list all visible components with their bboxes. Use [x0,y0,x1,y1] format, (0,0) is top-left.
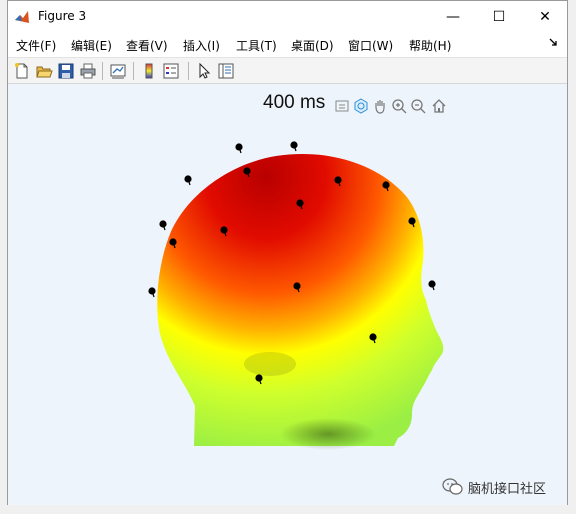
close-icon: ✕ [539,8,551,25]
close-button[interactable]: ✕ [522,1,568,32]
head-topography-plot[interactable] [8,84,569,505]
menu-insert[interactable]: 插入(I) [183,37,220,54]
pointer-icon[interactable] [195,62,213,80]
toolbar-separator [133,62,134,80]
new-figure-icon[interactable] [13,62,31,80]
menu-file[interactable]: 文件(F) [16,37,56,54]
matlab-icon [15,11,29,23]
menu-desktop[interactable]: 桌面(D) [291,37,334,54]
figure-canvas[interactable]: 400 ms [8,84,567,505]
watermark-text: 脑机接口社区 [468,481,547,497]
watermark: 脑机接口社区 [442,476,546,498]
menu-edit[interactable]: 编辑(E) [71,37,112,54]
menu-window[interactable]: 窗口(W) [348,37,393,54]
wechat-icon [442,478,463,495]
figure-window: Figure 3 — ☐ ✕ 文件(F) 编辑(E) 查看(V) 插入(I) 工… [7,0,568,505]
open-file-icon[interactable] [35,62,53,80]
title-bar: Figure 3 — ☐ ✕ [8,1,567,32]
head-shadow [280,418,376,450]
menu-help[interactable]: 帮助(H) [409,37,451,54]
toolbar-separator [188,62,189,80]
maximize-icon: ☐ [492,8,506,25]
ear-shadow [244,352,296,376]
save-icon[interactable] [57,62,75,80]
property-inspector-icon[interactable] [217,62,235,80]
head-surface [157,153,444,446]
menu-tools[interactable]: 工具(T) [236,37,277,54]
window-title: Figure 3 [38,9,87,23]
menu-bar: 文件(F) 编辑(E) 查看(V) 插入(I) 工具(T) 桌面(D) 窗口(W… [8,32,567,58]
maximize-button[interactable]: ☐ [476,1,522,32]
colorbar-icon[interactable] [140,62,158,80]
legend-icon[interactable] [162,62,180,80]
minimize-button[interactable]: — [430,1,476,32]
menu-view[interactable]: 查看(V) [126,37,168,54]
link-plot-icon[interactable] [109,62,127,80]
toolbar-separator [102,62,103,80]
minimize-icon: — [446,8,460,25]
print-icon[interactable] [79,62,97,80]
figure-toolbar [8,58,567,84]
dock-arrow-icon[interactable] [549,38,559,48]
